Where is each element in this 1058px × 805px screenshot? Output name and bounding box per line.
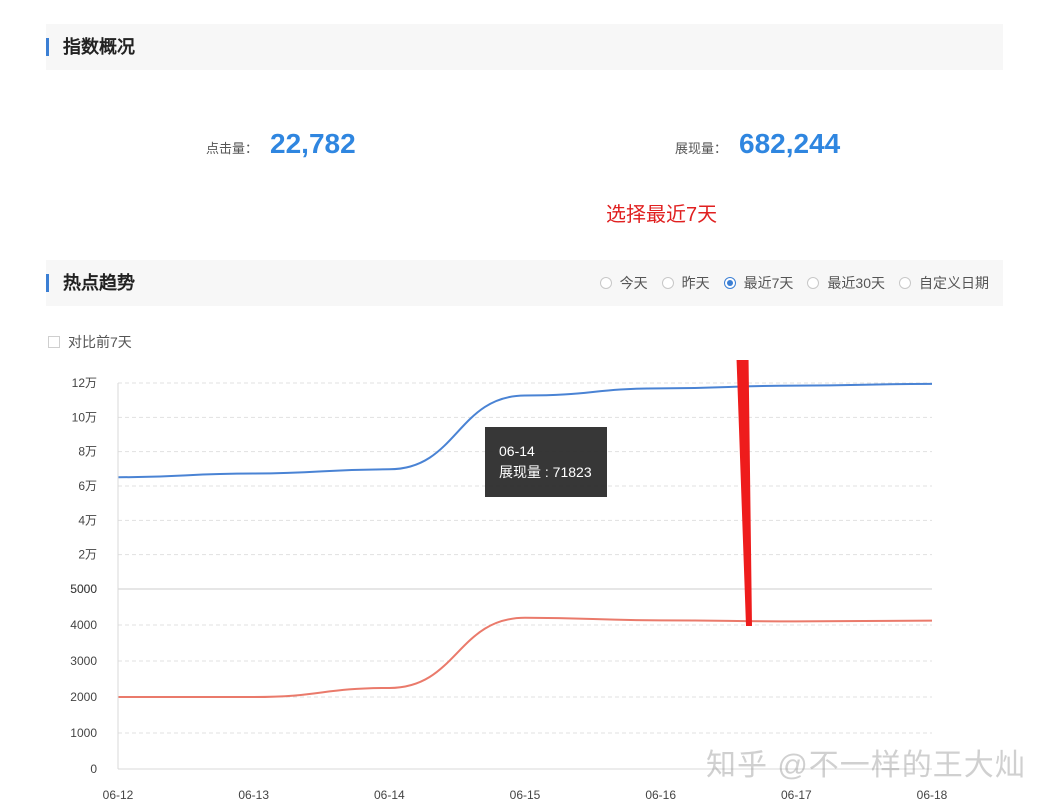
annotation-text: 选择最近7天 <box>606 204 718 226</box>
radio-icon[interactable] <box>899 277 911 289</box>
compare-prev-7-days[interactable]: 对比前7天 <box>48 332 132 352</box>
radio-checked-icon[interactable] <box>723 277 736 289</box>
radio-icon[interactable] <box>599 277 612 289</box>
y-tick-label: 2万 <box>78 548 97 562</box>
tooltip-value: 展现量 : 71823 <box>499 464 592 480</box>
radio-icon[interactable] <box>807 277 820 289</box>
x-tick-label: 06-17 <box>781 788 812 802</box>
chart-tooltip: 06-14 展现量 : 71823 <box>485 427 607 497</box>
y-tick-label: 10万 <box>72 410 97 424</box>
tooltip-date: 06-14 <box>499 443 535 459</box>
overview-header: 指数概况 <box>46 24 1003 70</box>
checkbox-icon[interactable] <box>48 336 60 348</box>
range-today[interactable]: 今天 <box>599 273 648 293</box>
clicks-value: 22,782 <box>270 128 356 159</box>
section-marker <box>46 38 49 56</box>
overview-title: 指数概况 <box>63 37 135 57</box>
x-tick-label: 06-15 <box>510 788 541 802</box>
range-label: 最近30天 <box>827 275 885 291</box>
y-tick-label: 4万 <box>78 513 97 527</box>
radio-icon[interactable] <box>661 277 674 289</box>
range-last-7-days[interactable]: 最近7天 <box>723 273 794 293</box>
range-label: 昨天 <box>681 275 710 291</box>
y-tick-label: 1000 <box>70 726 97 740</box>
trend-header: 热点趋势 今天 昨天 最近7天 最近30天 自定义日期 <box>46 260 1003 306</box>
y-tick-label: 12万 <box>72 376 97 390</box>
y-tick-label: 3000 <box>70 654 97 668</box>
impressions-value: 682,244 <box>739 128 841 159</box>
date-range-selector: 今天 昨天 最近7天 最近30天 自定义日期 <box>599 260 989 306</box>
impressions-label: 展现量： <box>675 141 728 156</box>
watermark: 知乎 @不一样的王大灿 <box>706 749 1026 782</box>
y-tick-label: 8万 <box>78 445 97 459</box>
y-tick-label: 0 <box>90 762 97 776</box>
x-tick-label: 06-16 <box>645 788 676 802</box>
range-yesterday[interactable]: 昨天 <box>661 273 710 293</box>
range-label: 自定义日期 <box>919 275 989 291</box>
series-line-1-0 <box>117 616 933 698</box>
x-tick-label: 06-13 <box>238 788 269 802</box>
clicks-stat: 点击量： 22,782 <box>206 128 356 168</box>
range-custom[interactable]: 自定义日期 <box>899 273 989 293</box>
x-tick-label: 06-14 <box>374 788 405 802</box>
y-tick-label: 4000 <box>70 618 97 632</box>
x-tick-label: 06-18 <box>917 788 948 802</box>
x-tick-label: 06-12 <box>103 788 134 802</box>
trend-title: 热点趋势 <box>63 273 135 293</box>
y-tick-label: 5000 <box>70 582 97 596</box>
impressions-stat: 展现量： 682,244 <box>675 128 840 168</box>
y-tick-label: 2000 <box>70 690 97 704</box>
compare-label: 对比前7天 <box>68 334 132 350</box>
range-last-30-days[interactable]: 最近30天 <box>807 273 885 293</box>
annotation-arrow-icon <box>736 360 752 626</box>
section-marker <box>46 274 49 292</box>
y-tick-label: 6万 <box>78 479 97 493</box>
clicks-label: 点击量： <box>206 141 259 156</box>
range-label: 今天 <box>619 275 648 291</box>
range-label: 最近7天 <box>743 275 794 291</box>
